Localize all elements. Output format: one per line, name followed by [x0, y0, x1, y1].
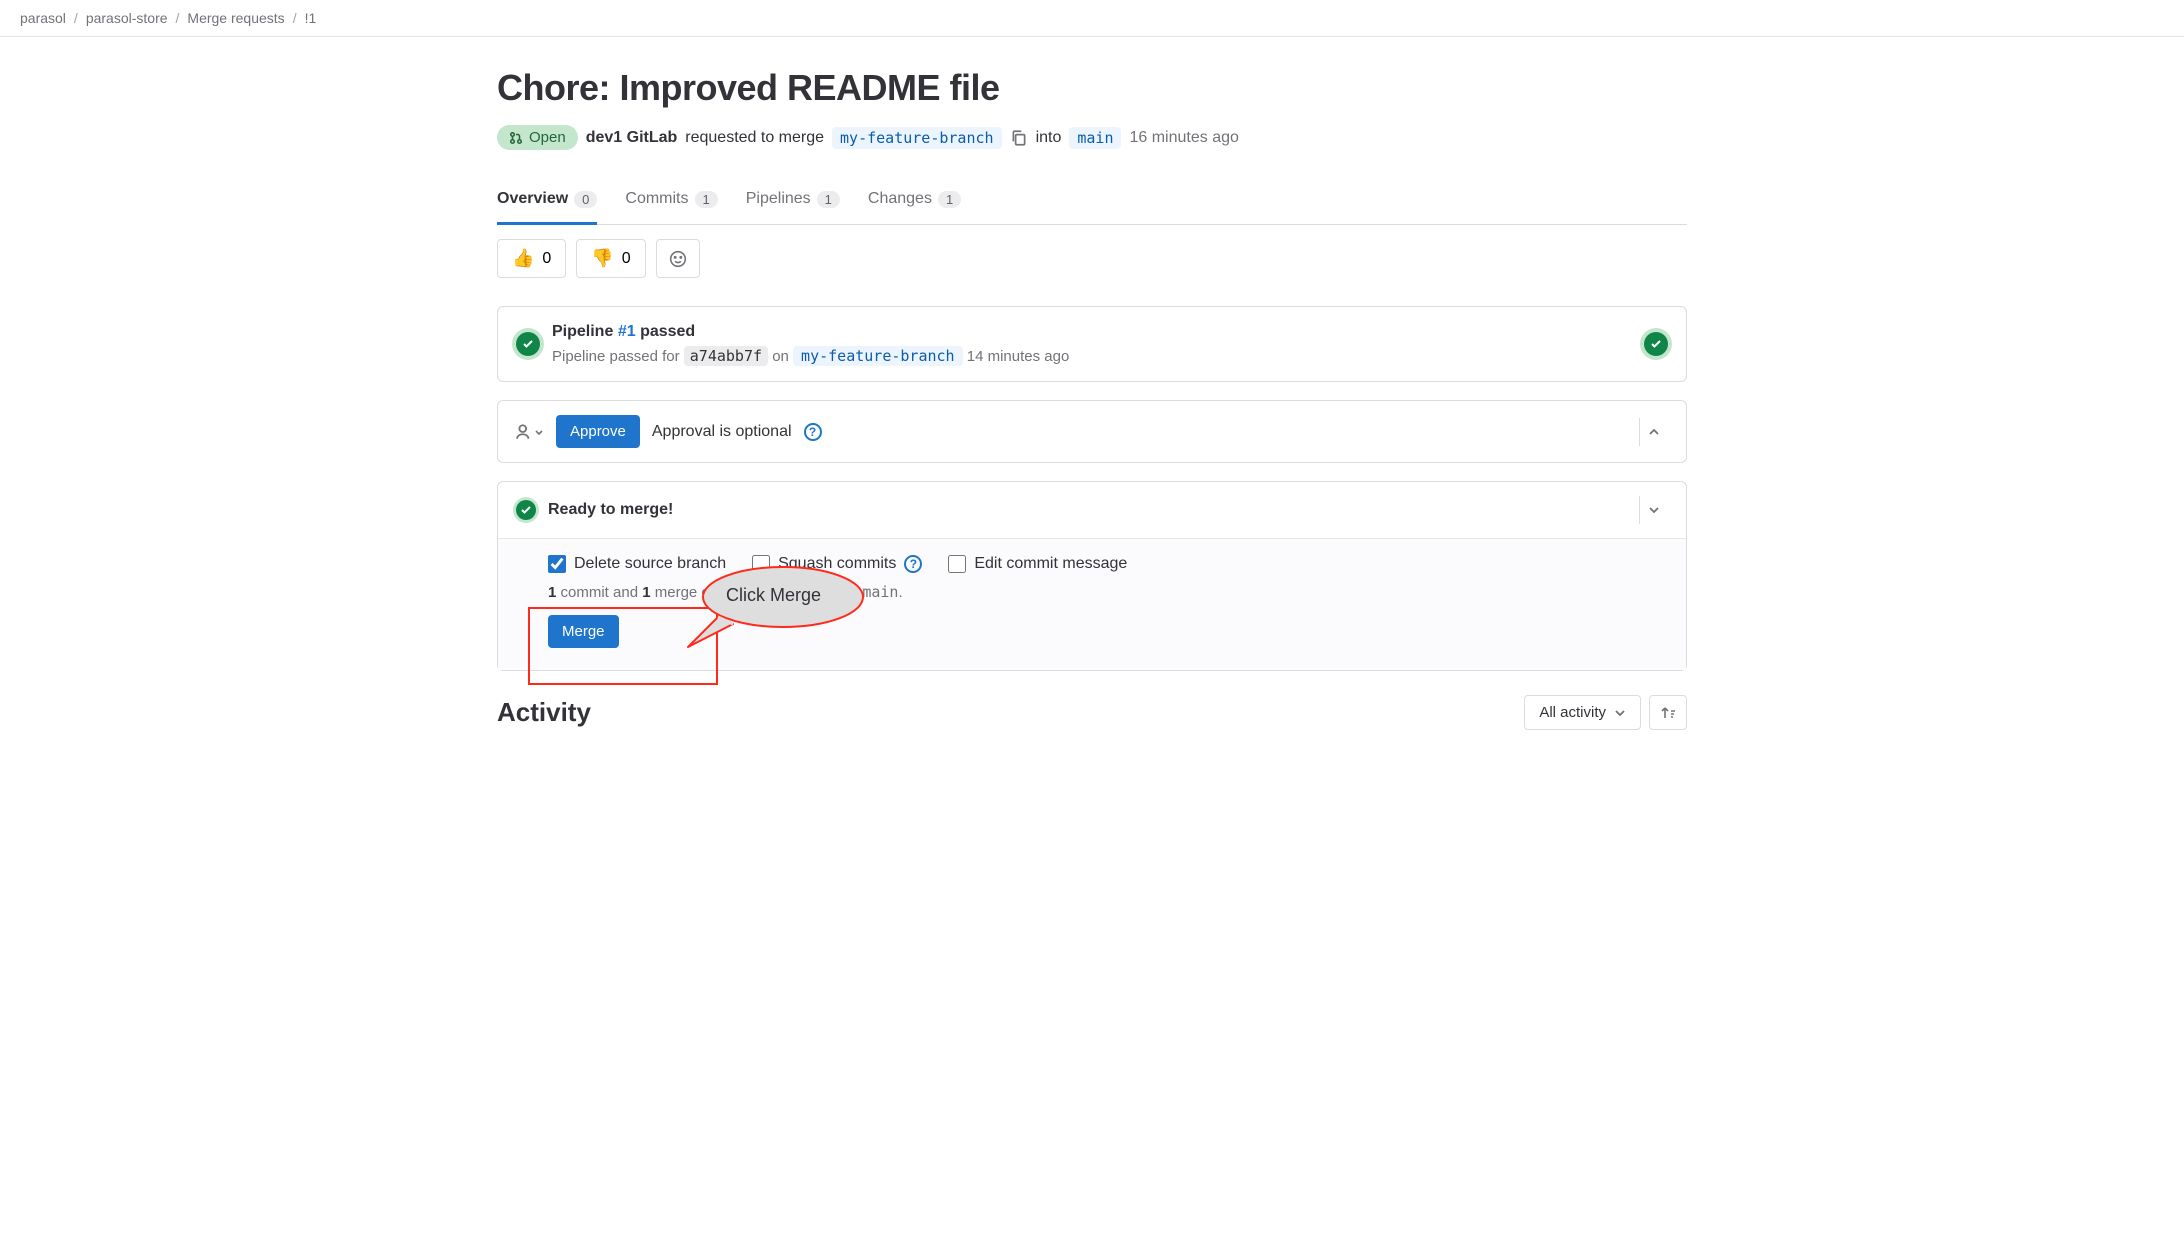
breadcrumb-separator: /: [74, 10, 78, 26]
activity-heading: Activity: [497, 697, 591, 728]
breadcrumb-separator: /: [293, 10, 297, 26]
mr-meta: Open dev1 GitLab requested to merge my-f…: [497, 125, 1687, 150]
status-badge-open: Open: [497, 125, 578, 150]
chevron-up-icon: [1648, 426, 1660, 438]
activity-filter-dropdown[interactable]: All activity: [1524, 695, 1641, 730]
pipeline-branch[interactable]: my-feature-branch: [793, 346, 963, 366]
delete-source-branch-checkbox[interactable]: [548, 555, 566, 573]
pipeline-subtitle: Pipeline passed for a74abb7f on my-featu…: [552, 347, 1069, 365]
mr-time-ago: 16 minutes ago: [1129, 129, 1238, 147]
stage-status-icon[interactable]: [1644, 332, 1668, 356]
breadcrumb-separator: /: [176, 10, 180, 26]
approval-optional-text: Approval is optional: [652, 423, 792, 441]
breadcrumb-current: !1: [305, 10, 317, 26]
tab-commits[interactable]: Commits1: [625, 178, 717, 225]
approval-help-icon[interactable]: ?: [804, 423, 822, 441]
thumbs-down-icon: 👎: [591, 248, 613, 269]
approvers-icon[interactable]: [516, 423, 544, 441]
mr-author[interactable]: dev1 GitLab: [586, 129, 678, 147]
pipeline-time-ago: 14 minutes ago: [967, 348, 1070, 365]
commit-sha[interactable]: a74abb7f: [684, 346, 768, 366]
approval-collapse-toggle[interactable]: [1639, 418, 1668, 446]
merge-collapse-toggle[interactable]: [1639, 496, 1668, 524]
edit-commit-message-option[interactable]: Edit commit message: [948, 555, 1127, 573]
tab-changes[interactable]: Changes1: [868, 178, 961, 225]
mr-action-text: requested to merge: [685, 129, 824, 147]
pipeline-panel: Pipeline #1 passed Pipeline passed for a…: [497, 306, 1687, 382]
add-reaction-button[interactable]: [656, 239, 700, 278]
tab-pipelines[interactable]: Pipelines1: [746, 178, 840, 225]
approval-panel: Approve Approval is optional ?: [497, 400, 1687, 463]
reactions-row: 👍 0 👎 0: [497, 239, 1687, 278]
tab-overview[interactable]: Overview0: [497, 178, 597, 225]
chevron-down-icon: [1648, 504, 1660, 516]
merge-request-icon: [509, 131, 523, 145]
annotation-text: Click Merge: [726, 585, 821, 606]
approve-button[interactable]: Approve: [556, 415, 640, 448]
smiley-icon: [669, 250, 687, 268]
mr-tabs: Overview0 Commits1 Pipelines1 Changes1: [497, 178, 1687, 225]
mr-title: Chore: Improved README file: [497, 67, 1687, 109]
pipeline-title: Pipeline #1 passed: [552, 323, 1069, 341]
thumbs-down-button[interactable]: 👎 0: [576, 239, 645, 278]
merge-panel: Ready to merge! Delete source branch Squ…: [497, 481, 1687, 671]
breadcrumb-item[interactable]: parasol: [20, 10, 66, 26]
activity-sort-button[interactable]: [1649, 695, 1687, 730]
into-text: into: [1036, 129, 1062, 147]
thumbs-up-icon: 👍: [512, 248, 534, 269]
pipeline-link[interactable]: #1: [618, 323, 636, 340]
sort-icon: [1660, 705, 1676, 721]
breadcrumb-item[interactable]: parasol-store: [86, 10, 168, 26]
edit-commit-message-checkbox[interactable]: [948, 555, 966, 573]
chevron-down-icon: [1614, 707, 1626, 719]
ready-status-icon: [516, 500, 536, 520]
source-branch[interactable]: my-feature-branch: [832, 127, 1002, 149]
thumbs-up-button[interactable]: 👍 0: [497, 239, 566, 278]
target-branch[interactable]: main: [1069, 127, 1121, 149]
breadcrumb: parasol / parasol-store / Merge requests…: [0, 0, 2184, 37]
copy-branch-icon[interactable]: [1010, 129, 1028, 147]
breadcrumb-item[interactable]: Merge requests: [187, 10, 284, 26]
ready-to-merge-title: Ready to merge!: [548, 501, 673, 519]
pipeline-status-icon: [516, 332, 540, 356]
merge-button[interactable]: Merge: [548, 615, 619, 648]
